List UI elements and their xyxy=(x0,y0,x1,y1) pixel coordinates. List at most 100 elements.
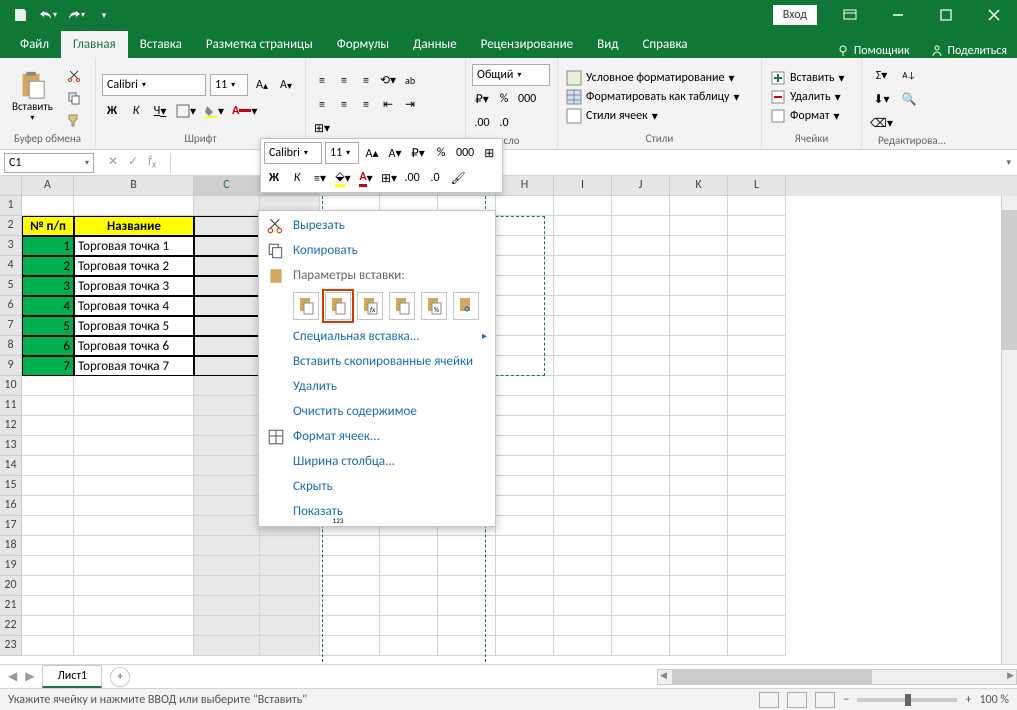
share-button[interactable]: Поделиться xyxy=(930,44,1007,58)
cell[interactable] xyxy=(194,436,260,456)
cell[interactable] xyxy=(728,516,786,536)
cell[interactable] xyxy=(194,336,260,356)
row-header-7[interactable]: 7 xyxy=(0,316,22,336)
view-pagebreak-icon[interactable] xyxy=(815,692,835,708)
cell[interactable] xyxy=(728,616,786,636)
cell[interactable] xyxy=(554,596,612,616)
cell[interactable] xyxy=(74,636,194,656)
paste-transpose-icon[interactable] xyxy=(389,292,415,320)
cell[interactable] xyxy=(670,616,728,636)
cell[interactable] xyxy=(438,556,496,576)
cell[interactable] xyxy=(22,596,74,616)
cell[interactable] xyxy=(612,456,670,476)
cell[interactable]: Торговая точка 5 xyxy=(74,316,194,336)
row-header-15[interactable]: 15 xyxy=(0,476,22,496)
increase-indent-icon[interactable]: ⇥ xyxy=(400,94,420,116)
cell[interactable] xyxy=(380,596,438,616)
cell[interactable] xyxy=(194,476,260,496)
clear-icon[interactable]: ⌫▾ xyxy=(868,112,895,134)
tab-review[interactable]: Рецензирование xyxy=(469,31,585,58)
minimize-icon[interactable] xyxy=(875,0,921,30)
cell-styles-button[interactable]: Стили ячеек▾ xyxy=(564,107,742,125)
find-icon[interactable]: 🔍 xyxy=(899,88,919,110)
maximize-icon[interactable] xyxy=(923,0,969,30)
cell[interactable] xyxy=(612,356,670,376)
cell[interactable] xyxy=(74,436,194,456)
cell[interactable] xyxy=(612,256,670,276)
delete-cells-button[interactable]: Удалить▾ xyxy=(768,88,847,106)
cell[interactable] xyxy=(670,336,728,356)
cell[interactable] xyxy=(670,576,728,596)
cell[interactable] xyxy=(554,456,612,476)
cell[interactable] xyxy=(554,196,612,216)
cell[interactable] xyxy=(194,376,260,396)
cell[interactable] xyxy=(612,556,670,576)
cell[interactable] xyxy=(380,636,438,656)
tab-home[interactable]: Главная xyxy=(61,31,128,58)
tab-help[interactable]: Справка xyxy=(630,31,699,58)
cell[interactable] xyxy=(380,576,438,596)
cell[interactable] xyxy=(496,376,554,396)
close-icon[interactable] xyxy=(971,0,1017,30)
cell[interactable] xyxy=(22,396,74,416)
cell[interactable] xyxy=(670,296,728,316)
cell[interactable] xyxy=(194,536,260,556)
mini-align-icon[interactable]: ≡▾ xyxy=(310,167,330,189)
cell[interactable] xyxy=(612,536,670,556)
cell[interactable] xyxy=(728,196,786,216)
cell[interactable] xyxy=(194,236,260,256)
col-header-C[interactable]: C xyxy=(194,176,260,196)
cell[interactable] xyxy=(612,496,670,516)
cell[interactable] xyxy=(670,276,728,296)
enter-formula-icon[interactable]: ✓ xyxy=(128,154,138,170)
row-header-17[interactable]: 17 xyxy=(0,516,22,536)
cell[interactable] xyxy=(74,516,194,536)
row-header-9[interactable]: 9 xyxy=(0,356,22,376)
row-header-16[interactable]: 16 xyxy=(0,496,22,516)
cell[interactable] xyxy=(728,596,786,616)
cell[interactable] xyxy=(554,636,612,656)
align-right-icon[interactable]: ≡ xyxy=(356,94,376,116)
cell[interactable] xyxy=(74,396,194,416)
col-header-I[interactable]: I xyxy=(554,176,612,196)
mini-fill-icon[interactable]: ⬙▾ xyxy=(333,167,353,189)
cell[interactable] xyxy=(22,376,74,396)
cell[interactable] xyxy=(438,616,496,636)
cell[interactable] xyxy=(74,416,194,436)
cell[interactable] xyxy=(194,276,260,296)
cell[interactable] xyxy=(496,596,554,616)
ctx-show[interactable]: Показать xyxy=(259,499,495,524)
cell[interactable] xyxy=(496,216,554,236)
cell[interactable] xyxy=(670,396,728,416)
cell[interactable] xyxy=(194,216,260,236)
cell[interactable] xyxy=(22,556,74,576)
ctx-clear[interactable]: Очистить содержимое xyxy=(259,399,495,424)
ctx-hide[interactable]: Скрыть xyxy=(259,474,495,499)
align-bottom-icon[interactable]: ≡ xyxy=(356,70,376,92)
cell[interactable] xyxy=(728,496,786,516)
cell[interactable] xyxy=(728,536,786,556)
cell[interactable] xyxy=(670,456,728,476)
cell[interactable] xyxy=(670,536,728,556)
cell[interactable] xyxy=(320,616,380,636)
cell[interactable] xyxy=(728,556,786,576)
cell[interactable] xyxy=(554,356,612,376)
cell[interactable] xyxy=(194,456,260,476)
row-header-19[interactable]: 19 xyxy=(0,556,22,576)
col-header-B[interactable]: B xyxy=(74,176,194,196)
cell[interactable] xyxy=(612,636,670,656)
cell[interactable] xyxy=(496,436,554,456)
row-header-22[interactable]: 22 xyxy=(0,616,22,636)
cell[interactable] xyxy=(320,536,380,556)
cell[interactable] xyxy=(670,636,728,656)
cell[interactable] xyxy=(728,416,786,436)
mini-dec-font-icon[interactable]: A▾ xyxy=(385,142,405,164)
cell[interactable] xyxy=(22,496,74,516)
cell[interactable] xyxy=(670,216,728,236)
view-normal-icon[interactable] xyxy=(759,692,779,708)
cell[interactable]: Торговая точка 4 xyxy=(74,296,194,316)
cell[interactable] xyxy=(496,496,554,516)
vertical-scrollbar[interactable] xyxy=(1001,196,1017,664)
cell[interactable] xyxy=(194,356,260,376)
cell[interactable] xyxy=(22,516,74,536)
